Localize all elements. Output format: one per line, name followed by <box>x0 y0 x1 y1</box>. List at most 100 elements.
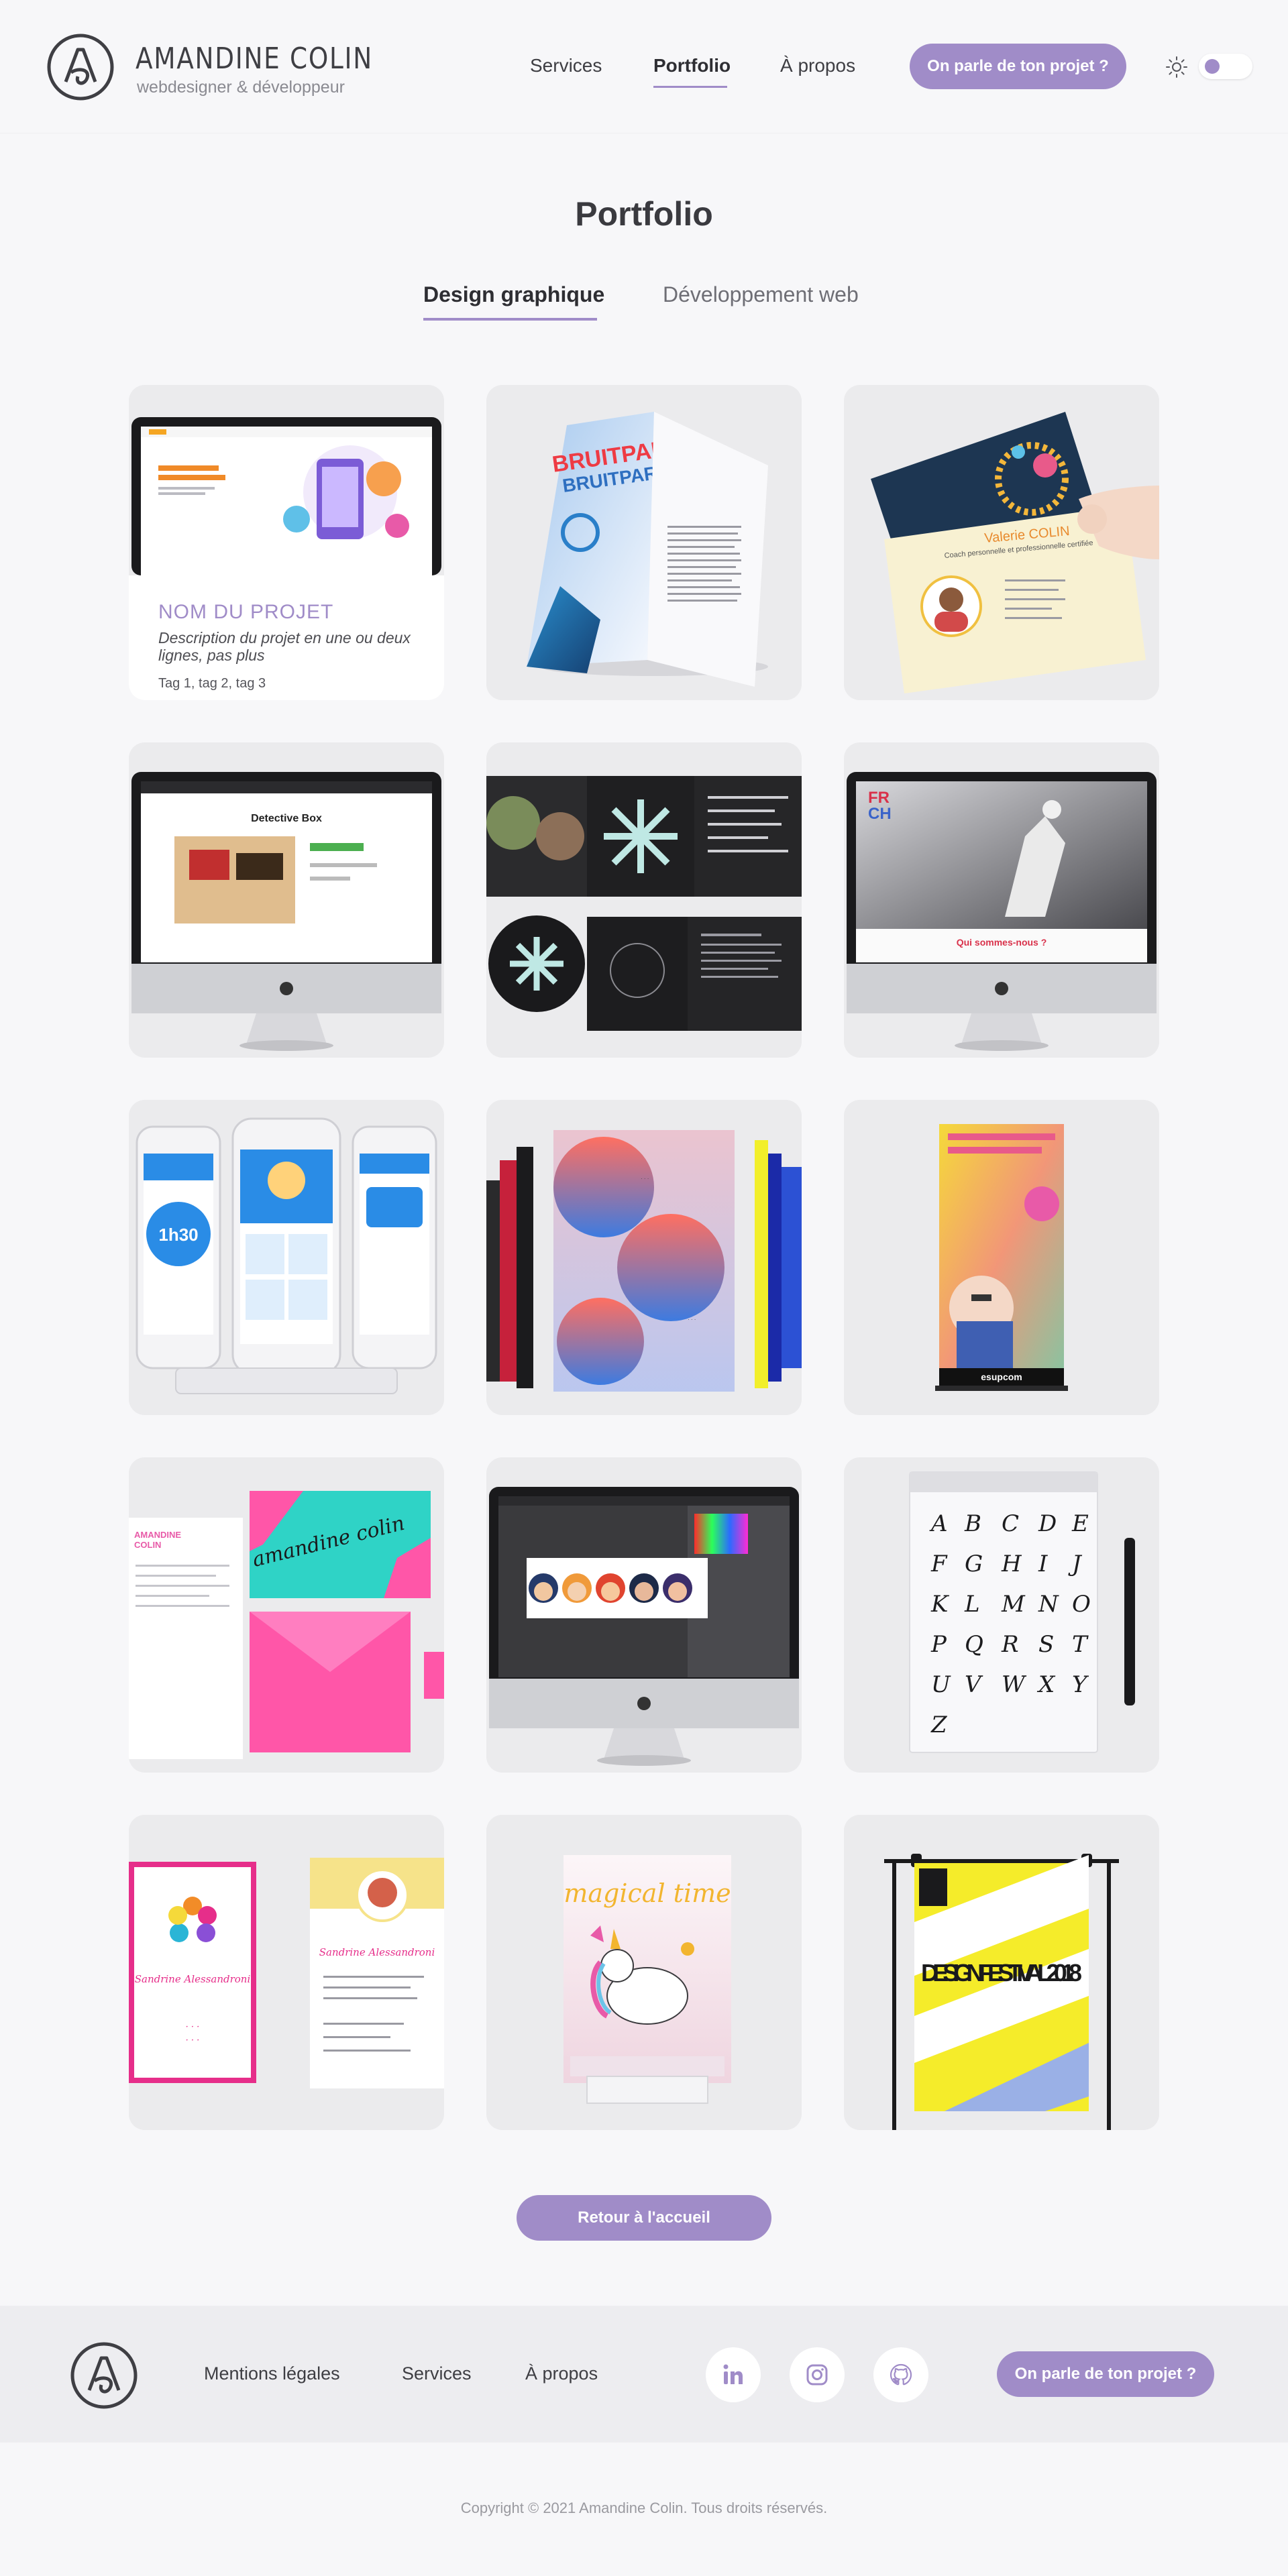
linkedin-icon[interactable] <box>706 2347 761 2402</box>
footer-logo-icon[interactable] <box>69 2341 139 2410</box>
svg-text:N: N <box>1038 1591 1059 1618</box>
svg-text:V: V <box>965 1671 983 1698</box>
nav-a-propos[interactable]: À propos <box>780 55 855 76</box>
svg-text:CH: CH <box>868 805 892 823</box>
svg-text:O: O <box>1072 1591 1091 1618</box>
portfolio-card[interactable]: DESIGN FESTIVAL 2018 <box>844 1815 1159 2130</box>
svg-text:P: P <box>930 1631 947 1658</box>
svg-text:W: W <box>1002 1671 1027 1698</box>
svg-text:1h30: 1h30 <box>158 1225 198 1245</box>
svg-text:I: I <box>1038 1551 1048 1577</box>
logo-icon[interactable] <box>46 32 115 102</box>
project-name: NOM DU PROJET <box>158 601 334 623</box>
coach-card-name: Sandrine Alessandroni <box>135 1973 251 1985</box>
back-to-home-button[interactable]: Retour à l'accueil <box>517 2195 771 2241</box>
svg-text:H: H <box>1001 1551 1022 1577</box>
imac-screen-title: Detective Box <box>251 813 322 824</box>
instagram-icon[interactable] <box>790 2347 845 2402</box>
portfolio-card[interactable]: · · · · · · <box>486 1100 802 1415</box>
project-thumbnail-album <box>486 742 802 1058</box>
portfolio-card[interactable]: magical time <box>486 1815 802 2130</box>
page-title: Portfolio <box>575 195 713 233</box>
svg-text:Z: Z <box>930 1712 948 1738</box>
project-tags: Tag 1, tag 2, tag 3 <box>158 676 266 691</box>
project-description: Description du projet en une ou deux lig… <box>158 629 411 664</box>
svg-text:· · ·: · · · <box>186 2022 200 2032</box>
svg-text:AMANDINE: AMANDINE <box>134 1530 181 1540</box>
portfolio-card[interactable]: Detective Box <box>129 742 444 1058</box>
svg-text:FR: FR <box>868 789 890 807</box>
svg-text:Y: Y <box>1072 1671 1089 1698</box>
project-thumbnail-posters: · · · · · · <box>486 1100 802 1415</box>
tab-active-underline <box>423 318 597 321</box>
project-thumbnail-imac-about: FR CH Qui sommes-nous ? <box>844 742 1159 1058</box>
svg-text:K: K <box>930 1591 950 1618</box>
github-glyph <box>890 2363 912 2386</box>
portfolio-card[interactable]: esupcom <box>844 1100 1159 1415</box>
svg-text:U: U <box>931 1671 951 1698</box>
svg-text:X: X <box>1036 1671 1056 1698</box>
festival-title-text: DESIGN FESTIVAL 2018 <box>921 1959 1082 1986</box>
project-thumbnail-notebook: ABCDE FGHIJ KLMNO PQRST UVWXY Z <box>844 1457 1159 1773</box>
svg-text:G: G <box>965 1551 983 1577</box>
portfolio-card[interactable]: ABCDE FGHIJ KLMNO PQRST UVWXY Z <box>844 1457 1159 1773</box>
tab-design-graphique[interactable]: Design graphique <box>423 282 604 307</box>
portfolio-card[interactable]: NOM DU PROJET Description du projet en u… <box>129 385 444 700</box>
coach-card-name-back: Sandrine Alessandroni <box>319 1946 435 1958</box>
svg-text:C: C <box>1002 1510 1019 1537</box>
portfolio-card[interactable]: FR CH Qui sommes-nous ? <box>844 742 1159 1058</box>
brand-name: AMANDINE COLIN <box>136 42 373 76</box>
copyright-text: Copyright © 2021 Amandine Colin. Tous dr… <box>460 2500 828 2516</box>
linkedin-glyph <box>723 2364 743 2384</box>
footer-contact-cta-button[interactable]: On parle de ton projet ? <box>997 2351 1214 2397</box>
footer-link-services[interactable]: Services <box>402 2363 472 2384</box>
nav-portfolio[interactable]: Portfolio <box>653 55 731 76</box>
project-thumbnail-stationery: AMANDINE COLIN amandine colin <box>129 1457 444 1773</box>
project-thumbnail-business-card: Valerie COLIN Coach personnelle et profe… <box>844 385 1159 700</box>
svg-text:D: D <box>1038 1510 1057 1537</box>
svg-text:F: F <box>930 1551 948 1577</box>
svg-text:T: T <box>1072 1631 1089 1658</box>
theme-toggle-knob <box>1205 59 1220 74</box>
project-thumbnail-festival-poster: DESIGN FESTIVAL 2018 <box>844 1815 1159 2130</box>
github-icon[interactable] <box>873 2347 928 2402</box>
project-thumbnail-laptop <box>129 385 444 575</box>
instagram-glyph <box>806 2364 828 2386</box>
svg-text:COLIN: COLIN <box>134 1540 161 1550</box>
brand-tagline: webdesigner & développeur <box>137 78 345 97</box>
nav-services[interactable]: Services <box>530 55 602 76</box>
svg-text:A: A <box>929 1510 948 1537</box>
site-header: AMANDINE COLIN webdesigner & développeur… <box>0 0 1288 133</box>
sun-icon <box>1166 56 1187 78</box>
footer-link-mentions-legales[interactable]: Mentions légales <box>204 2363 340 2384</box>
project-thumbnail-rollup: esupcom <box>844 1100 1159 1415</box>
svg-text:L: L <box>964 1591 980 1618</box>
svg-text:B: B <box>964 1510 981 1537</box>
project-thumbnail-coach-cards: Sandrine Alessandroni · · · · · · Sandrin… <box>129 1815 444 2130</box>
portfolio-card[interactable]: AMANDINE COLIN amandine colin <box>129 1457 444 1773</box>
site-footer: Mentions légales Services À propos On pa… <box>0 2306 1288 2443</box>
svg-text:· · ·: · · · <box>641 1176 649 1182</box>
svg-text:M: M <box>1001 1591 1026 1618</box>
tab-developpement-web[interactable]: Développement web <box>663 282 859 307</box>
portfolio-card[interactable]: 1h30 <box>129 1100 444 1415</box>
project-thumbnail-phones: 1h30 <box>129 1100 444 1415</box>
portfolio-card[interactable] <box>486 1457 802 1773</box>
project-info-panel: NOM DU PROJET Description du projet en u… <box>129 575 444 700</box>
svg-text:S: S <box>1038 1631 1054 1658</box>
poster-headline-text: magical time <box>564 1879 731 1908</box>
portfolio-card[interactable]: BRUITPARIF BRUITPARIF <box>486 385 802 700</box>
svg-text:Q: Q <box>965 1631 983 1658</box>
svg-text:· · ·: · · · <box>186 2035 200 2046</box>
footer-link-a-propos[interactable]: À propos <box>525 2363 598 2384</box>
svg-text:E: E <box>1071 1510 1089 1537</box>
svg-text:· · ·: · · · <box>688 1317 696 1323</box>
nav-active-underline <box>653 86 727 88</box>
portfolio-card[interactable]: Sandrine Alessandroni · · · · · · Sandrin… <box>129 1815 444 2130</box>
contact-cta-button[interactable]: On parle de ton projet ? <box>910 44 1126 89</box>
project-thumbnail-brochure: BRUITPARIF BRUITPARIF <box>486 385 802 700</box>
theme-toggle[interactable] <box>1199 54 1252 79</box>
portfolio-card[interactable] <box>486 742 802 1058</box>
portfolio-card[interactable]: Valerie COLIN Coach personnelle et profe… <box>844 385 1159 700</box>
rollup-brand-text: esupcom <box>981 1371 1022 1382</box>
